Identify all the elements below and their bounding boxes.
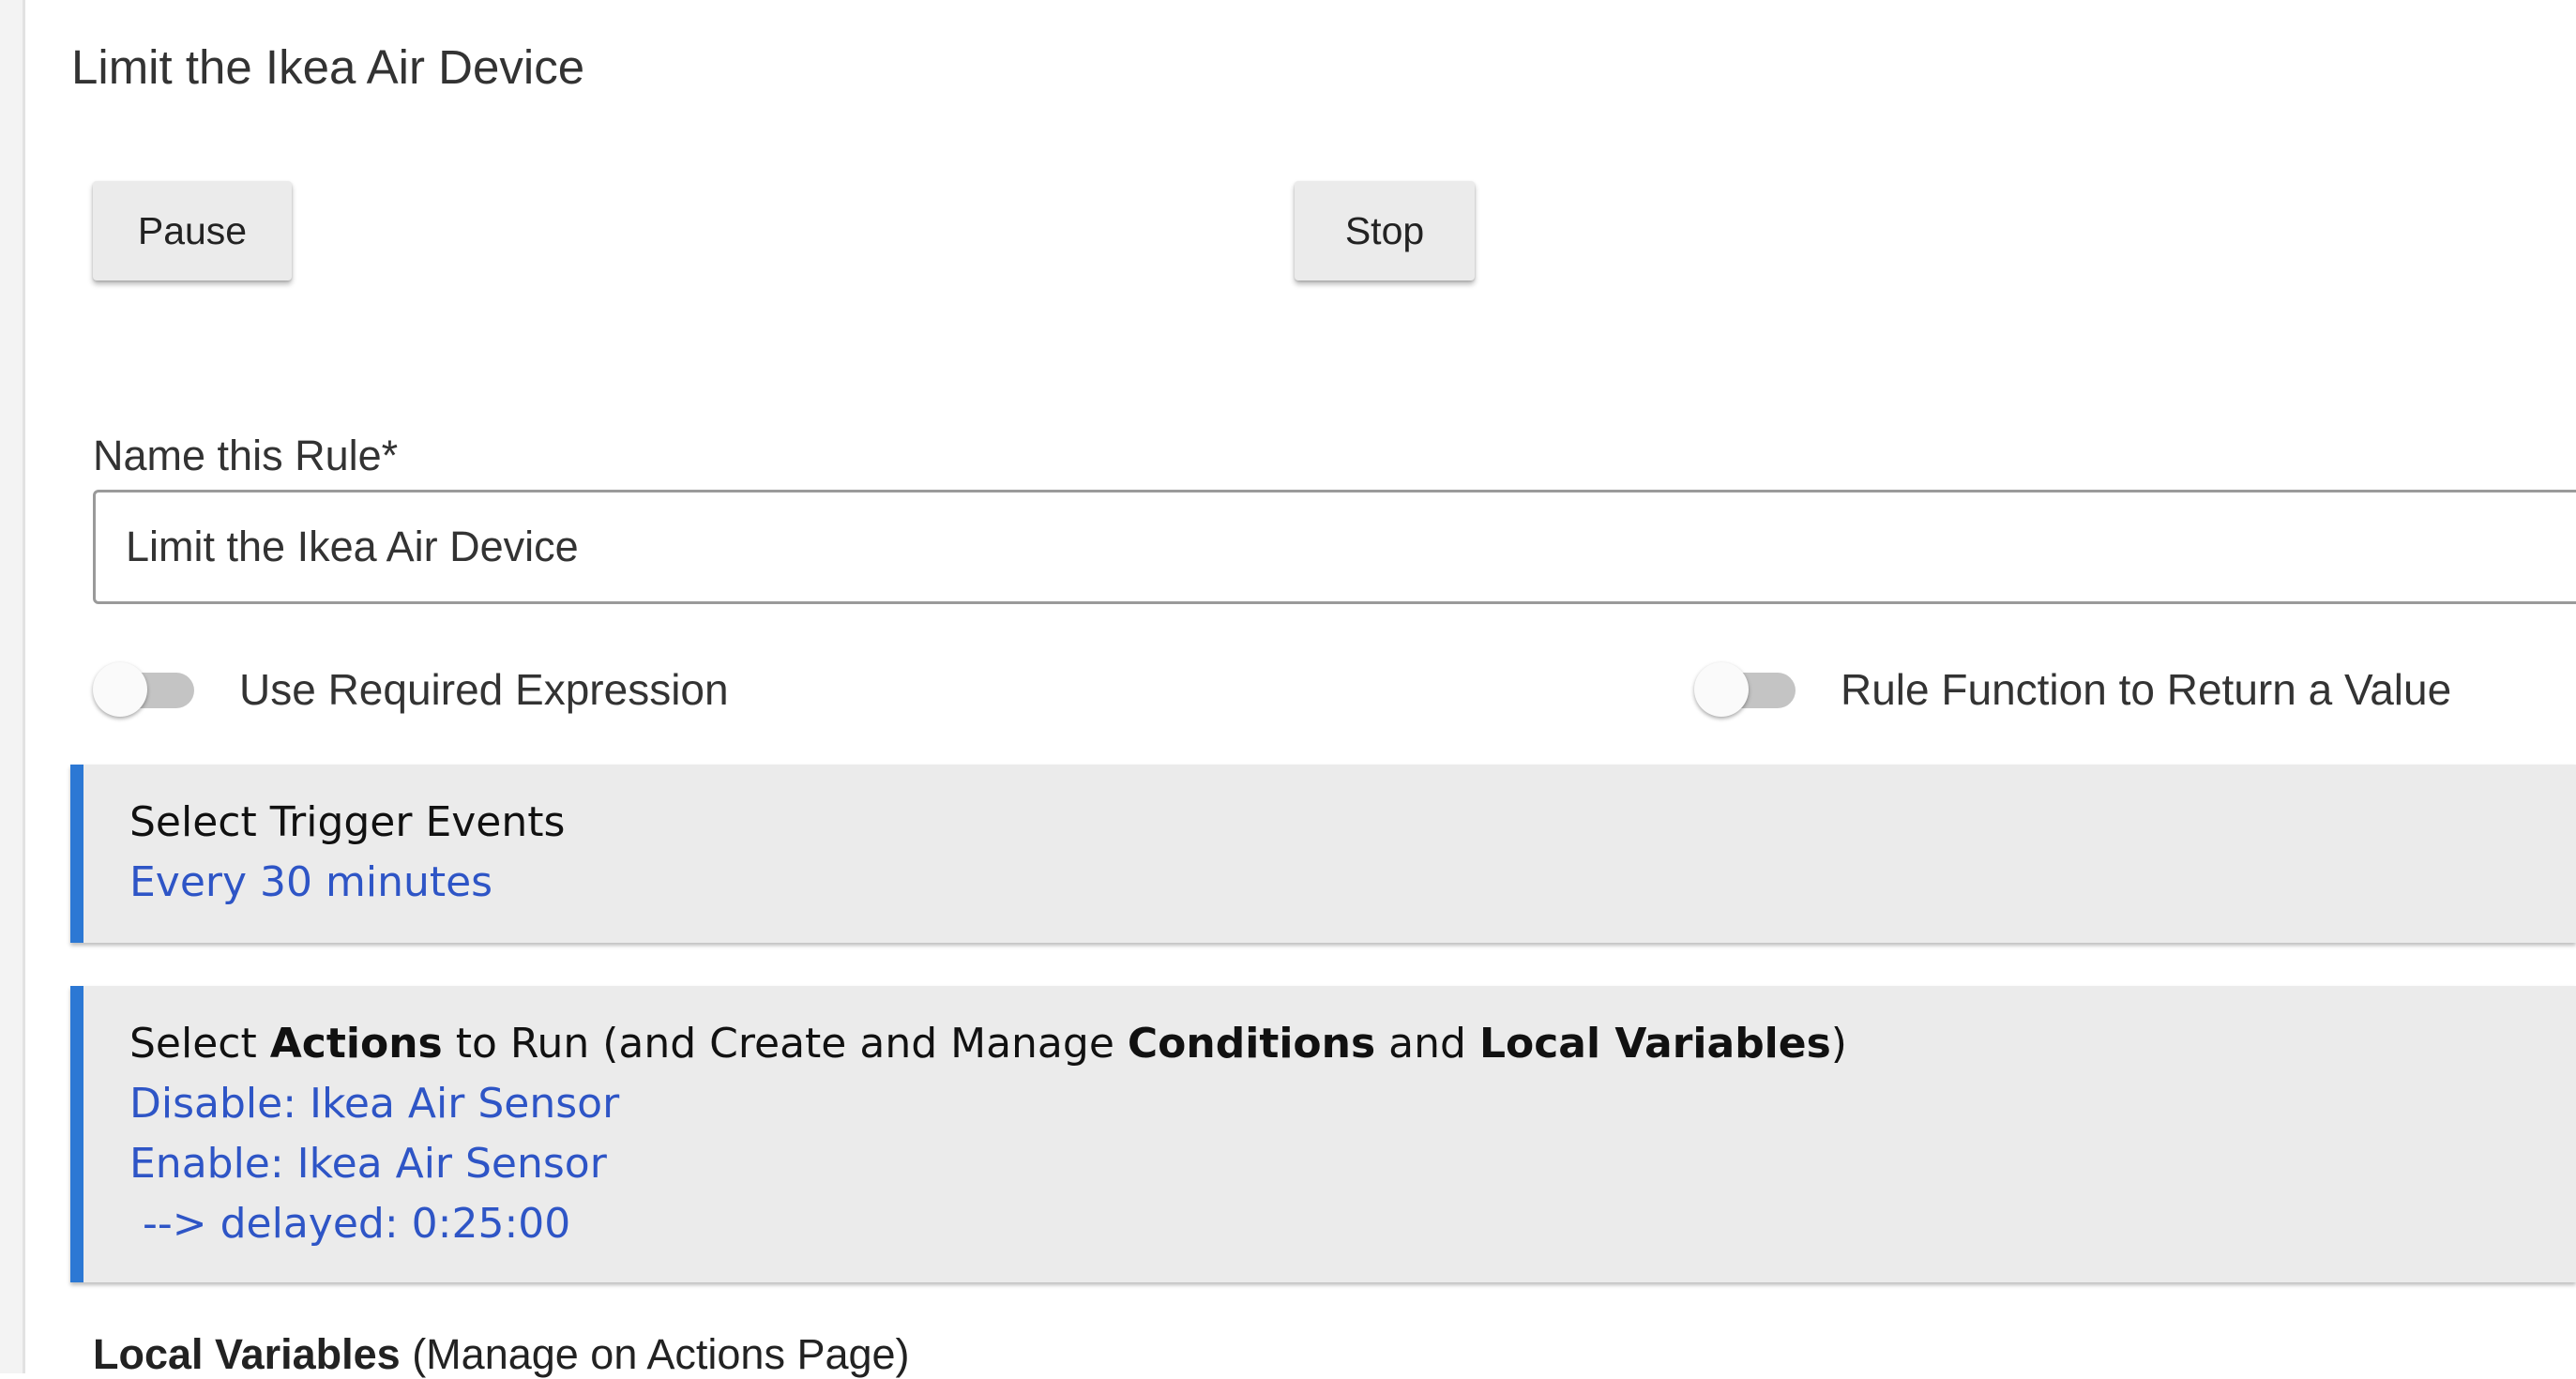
local-variables-note: (Manage on Actions Page) — [400, 1330, 910, 1378]
pause-button[interactable]: Pause — [93, 181, 292, 280]
local-variables-title: Local Variables — [93, 1330, 401, 1378]
stop-button[interactable]: Stop — [1295, 181, 1475, 280]
required-expression-label: Use Required Expression — [239, 665, 729, 714]
actions-heading-part: to Run (and Create and Manage — [442, 1020, 1128, 1068]
return-value-switch[interactable] — [1694, 655, 1797, 724]
actions-heading-part: ) — [1830, 1020, 1847, 1068]
switch-knob — [1694, 662, 1749, 717]
actions-heading-part: Conditions — [1127, 1020, 1376, 1068]
local-variables-heading: Local Variables (Manage on Actions Page) — [93, 1330, 910, 1379]
actions-heading-part: Local Variables — [1478, 1020, 1831, 1068]
rule-editor-page: Limit the Ikea Air Device Pause Stop Nam… — [0, 0, 2576, 1378]
rule-name-input[interactable] — [93, 490, 2576, 604]
switch-knob — [93, 662, 147, 717]
trigger-events-heading: Select Trigger Events — [129, 798, 566, 846]
required-expression-switch[interactable] — [93, 655, 196, 724]
action-item: Disable: Ikea Air Sensor — [129, 1080, 620, 1128]
actions-heading: Select Actions to Run (and Create and Ma… — [129, 1014, 2576, 1074]
rule-name-label: Name this Rule* — [93, 432, 399, 479]
return-value-label: Rule Function to Return a Value — [1841, 665, 2452, 714]
required-expression-toggle-row: Use Required Expression — [93, 655, 729, 724]
action-item: Enable: Ikea Air Sensor — [129, 1140, 607, 1188]
page-title: Limit the Ikea Air Device — [71, 40, 585, 94]
actions-heading-part: Select — [129, 1020, 270, 1068]
actions-section[interactable]: Select Actions to Run (and Create and Ma… — [70, 986, 2576, 1282]
action-item: --> delayed: 0:25:00 — [129, 1200, 571, 1248]
return-value-toggle-row: Rule Function to Return a Value — [1694, 655, 2451, 724]
actions-heading-part: and — [1375, 1020, 1479, 1068]
trigger-events-section[interactable]: Select Trigger Events Every 30 minutes — [70, 765, 2576, 943]
trigger-item: Every 30 minutes — [129, 858, 493, 906]
actions-heading-part: Actions — [269, 1020, 443, 1068]
